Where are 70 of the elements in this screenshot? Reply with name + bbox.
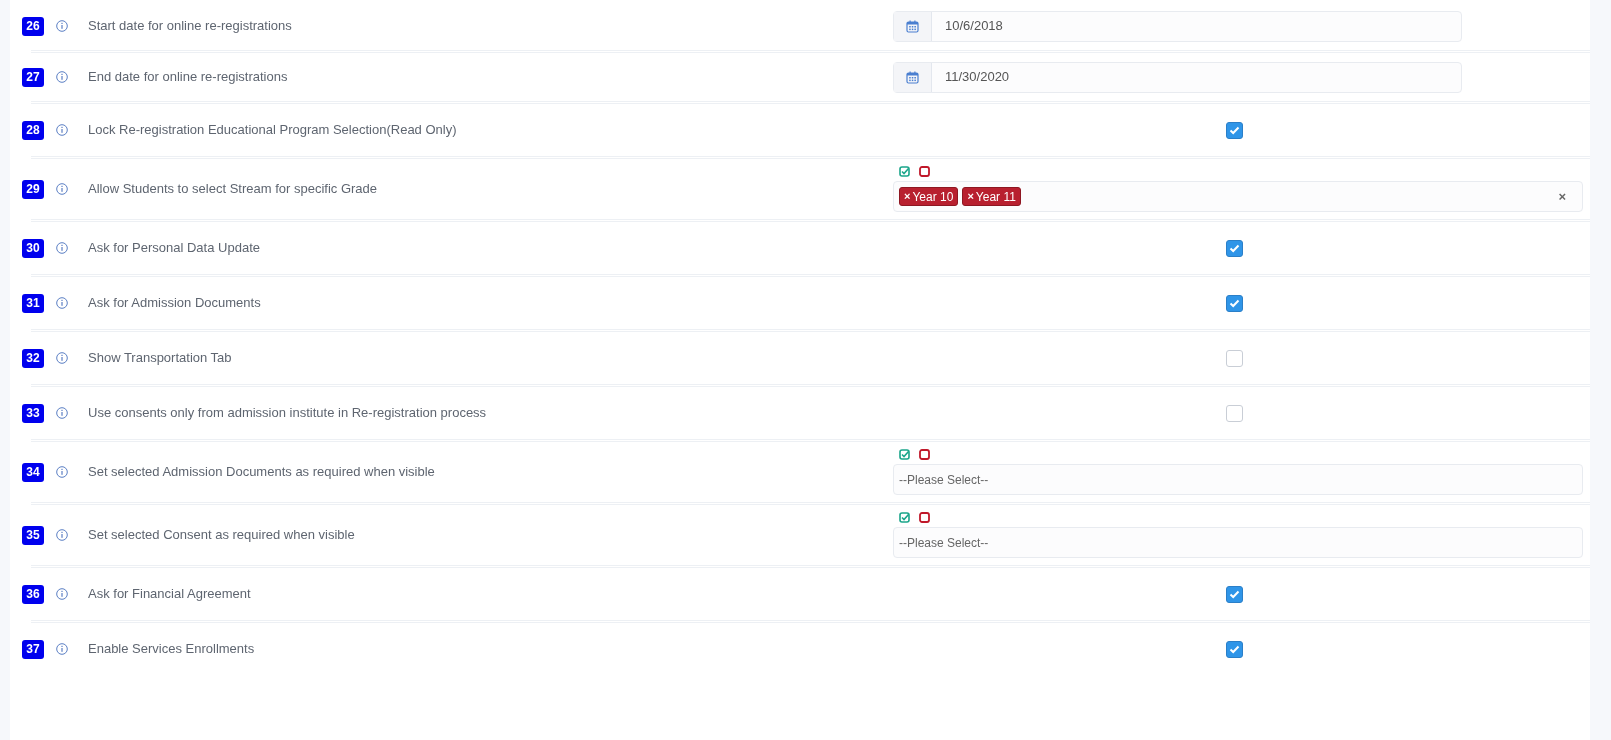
remove-tag-button[interactable]: × xyxy=(967,188,974,205)
checkbox[interactable] xyxy=(1226,585,1243,603)
setting-label: Enable Services Enrollments xyxy=(88,640,255,659)
info-icon[interactable] xyxy=(56,297,68,309)
setting-label: Start date for online re-registrations xyxy=(88,17,292,36)
check-icon xyxy=(1229,644,1240,654)
setting-label: Lock Re-registration Educational Program Selection(Read Only) xyxy=(88,121,457,140)
number-badge: 34 xyxy=(22,462,44,482)
info-icon[interactable] xyxy=(56,183,68,195)
check-icon xyxy=(1229,589,1240,599)
setting-label: Ask for Personal Data Update xyxy=(88,239,260,258)
info-icon[interactable] xyxy=(56,124,68,136)
checkbox[interactable] xyxy=(1226,294,1243,312)
calendar-icon xyxy=(906,19,919,33)
setting-label: Set selected Admission Documents as required when visible xyxy=(88,463,435,482)
number-badge: 29 xyxy=(22,179,44,199)
info-icon[interactable] xyxy=(56,71,68,83)
setting-label: Use consents only from admission institute in Re-registration process xyxy=(88,404,487,423)
tag-label: Year 11 xyxy=(975,188,1016,206)
date-value: 11/30/2020 xyxy=(945,68,1010,87)
number-badge: 31 xyxy=(22,293,44,313)
setting-label: Ask for Admission Documents xyxy=(88,294,261,313)
number-badge: 28 xyxy=(22,120,44,140)
setting-label: Allow Students to select Stream for specific Grade xyxy=(88,180,377,199)
checkbox[interactable] xyxy=(1226,121,1243,139)
setting-label: Set selected Consent as required when visible xyxy=(88,526,355,545)
info-icon[interactable] xyxy=(56,20,68,32)
checkbox[interactable] xyxy=(1226,640,1243,658)
number-badge: 32 xyxy=(22,348,44,368)
number-badge: 37 xyxy=(22,639,44,659)
check-icon xyxy=(1229,243,1240,253)
checkbox[interactable] xyxy=(1226,404,1243,422)
remove-tag-button[interactable]: × xyxy=(904,188,911,205)
select-placeholder: --Please Select-- xyxy=(899,534,989,552)
setting-label: Show Transportation Tab xyxy=(88,349,232,368)
select-all-icon[interactable] xyxy=(899,449,910,460)
check-icon xyxy=(1229,125,1240,135)
checkbox[interactable] xyxy=(1226,239,1243,257)
setting-label: End date for online re-registrations xyxy=(88,68,288,87)
number-badge: 35 xyxy=(22,525,44,545)
info-icon[interactable] xyxy=(56,529,68,541)
select-all-icon[interactable] xyxy=(899,166,910,177)
info-icon[interactable] xyxy=(56,352,68,364)
select-all-icon[interactable] xyxy=(899,512,910,523)
setting-label: Ask for Financial Agreement xyxy=(88,585,251,604)
info-icon[interactable] xyxy=(56,407,68,419)
info-icon[interactable] xyxy=(56,643,68,655)
number-badge: 36 xyxy=(22,584,44,604)
checkbox[interactable] xyxy=(1226,349,1243,367)
number-badge: 26 xyxy=(22,16,44,36)
info-icon[interactable] xyxy=(56,242,68,254)
info-icon[interactable] xyxy=(56,588,68,600)
check-icon xyxy=(1229,298,1240,308)
date-value: 10/6/2018 xyxy=(945,17,1003,36)
number-badge: 27 xyxy=(22,67,44,87)
multi-select-field[interactable]: --Please Select-- xyxy=(893,464,1583,495)
multi-select-field[interactable]: × Year 10 × Year 11 × xyxy=(893,181,1583,212)
date-field[interactable]: 10/6/2018 xyxy=(893,10,1462,42)
select-placeholder: --Please Select-- xyxy=(899,471,989,489)
calendar-icon xyxy=(906,70,919,84)
deselect-all-icon[interactable] xyxy=(919,166,930,177)
number-badge: 33 xyxy=(22,403,44,423)
deselect-all-icon[interactable] xyxy=(919,449,930,460)
info-icon[interactable] xyxy=(56,466,68,478)
tag-label: Year 10 xyxy=(912,188,954,206)
clear-button[interactable]: × xyxy=(1558,186,1566,207)
deselect-all-icon[interactable] xyxy=(919,512,930,523)
date-field[interactable]: 11/30/2020 xyxy=(893,61,1462,93)
number-badge: 30 xyxy=(22,238,44,258)
multi-select-field[interactable]: --Please Select-- xyxy=(893,527,1583,558)
